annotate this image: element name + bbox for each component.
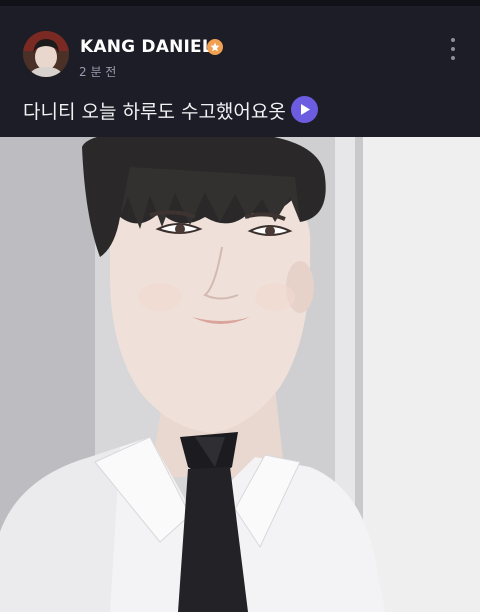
- menu-dot: [451, 47, 455, 51]
- author-name[interactable]: KANG DANIEL: [80, 37, 213, 57]
- more-vertical-icon[interactable]: [443, 36, 463, 62]
- post-screen: KANG DANIEL 2 분 전 다니티 오늘 하루도 수고했어요옷: [0, 0, 480, 612]
- author-avatar[interactable]: [23, 31, 69, 77]
- menu-dot: [451, 38, 455, 42]
- selfie-photo: [0, 137, 480, 612]
- avatar-image: [23, 31, 69, 77]
- verified-badge-icon: [207, 39, 223, 55]
- post-header: KANG DANIEL 2 분 전: [0, 6, 480, 86]
- post-timestamp: 2 분 전: [79, 65, 117, 79]
- post-body: 다니티 오늘 하루도 수고했어요옷: [0, 92, 480, 126]
- menu-dot: [451, 56, 455, 60]
- post-text: 다니티 오늘 하루도 수고했어요옷: [23, 101, 286, 123]
- play-translate-icon[interactable]: [291, 96, 318, 123]
- post-photo[interactable]: [0, 137, 480, 612]
